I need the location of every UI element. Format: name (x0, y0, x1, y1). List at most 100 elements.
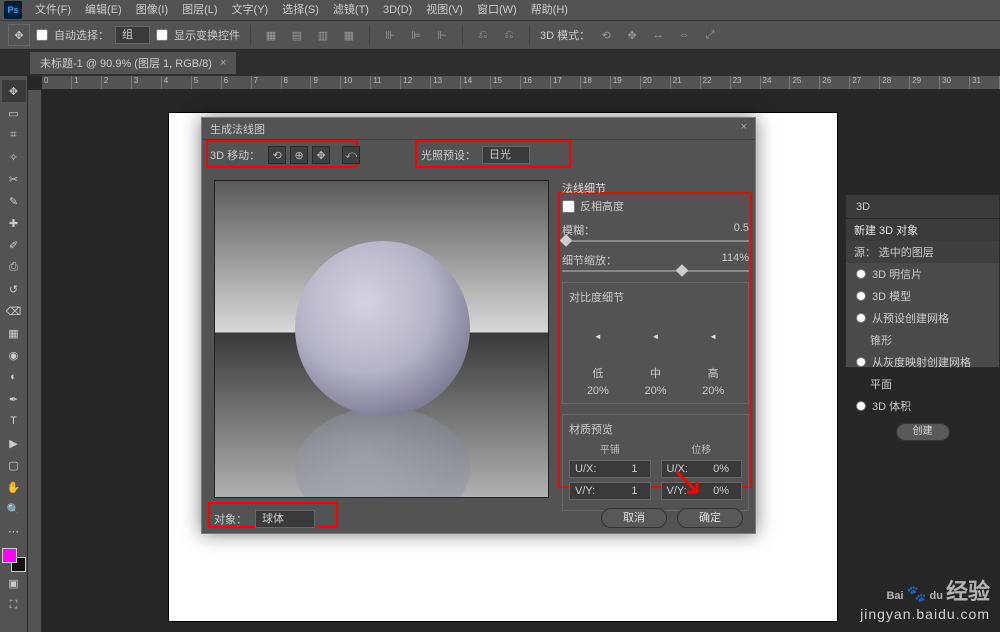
menu-file[interactable]: 文件(F) (28, 0, 78, 20)
ok-button[interactable]: 确定 (677, 508, 743, 528)
menu-layer[interactable]: 图层(L) (175, 0, 224, 20)
source-row: 源： 选中的图层 (846, 241, 999, 263)
align-icon[interactable]: ▥ (313, 26, 333, 44)
create-button[interactable]: 创建 (896, 423, 950, 441)
blur-slider[interactable]: 模糊：0.5 (562, 222, 749, 242)
opt-grayscale-mesh[interactable]: 从灰度映射创建网格 (846, 351, 999, 373)
opt-postcard[interactable]: 3D 明信片 (846, 263, 999, 285)
arrow-left-icon[interactable]: ◄ (652, 332, 660, 341)
show-transform-checkbox[interactable] (156, 29, 168, 41)
document-tab[interactable]: 未标题-1 @ 90.9% (图层 1, RGB/8) × (30, 52, 236, 74)
roll-icon[interactable]: ⊕ (290, 146, 308, 164)
slide-icon[interactable]: ⇔ (674, 26, 694, 44)
move-tool[interactable]: ✥ (2, 80, 26, 102)
material-preview-title: 材质预览 (569, 421, 742, 437)
object-dropdown[interactable]: 球体 (255, 510, 315, 528)
pan-icon[interactable]: ✥ (622, 26, 642, 44)
dodge-tool[interactable]: ◐ (2, 366, 26, 388)
close-icon[interactable]: × (741, 121, 747, 136)
align-icon[interactable]: ▦ (339, 26, 359, 44)
options-bar: ✥ 自动选择： 组 显示变换控件 ▦ ▤ ▥ ▦ ⊪ ⊫ ⊩ ⎌ ⎌ 3D 模式… (0, 20, 1000, 50)
screenmode-tool[interactable]: ⛶ (2, 594, 26, 616)
normals-detail-header: 法线细节 (562, 180, 606, 196)
cancel-button[interactable]: 取消 (601, 508, 667, 528)
light-preset-label: 光照预设： (421, 147, 476, 163)
align-icon[interactable]: ▤ (287, 26, 307, 44)
orbit-icon[interactable]: ⟲ (596, 26, 616, 44)
menu-help[interactable]: 帮助(H) (524, 0, 575, 20)
menu-bar: Ps 文件(F) 编辑(E) 图像(I) 图层(L) 文字(Y) 选择(S) 滤… (0, 0, 1000, 20)
opt-volume[interactable]: 3D 体积 (846, 395, 999, 417)
orbit-icon[interactable]: ⟲ (268, 146, 286, 164)
align-icon[interactable]: ▦ (261, 26, 281, 44)
menu-view[interactable]: 视图(V) (419, 0, 470, 20)
menu-filter[interactable]: 滤镜(T) (326, 0, 376, 20)
lasso-tool[interactable]: ⌗ (2, 124, 26, 146)
history-brush-tool[interactable]: ↺ (2, 278, 26, 300)
wand-tool[interactable]: ✧ (2, 146, 26, 168)
menu-select[interactable]: 选择(S) (275, 0, 326, 20)
edit-toolbar[interactable]: ⋯ (2, 520, 26, 542)
invert-height-checkbox[interactable] (562, 200, 575, 213)
arrow-left-icon[interactable]: ◄ (709, 332, 717, 341)
tile-vy-dropdown[interactable]: V/Y:1 (569, 482, 651, 500)
arrow-left-icon[interactable]: ◄ (594, 332, 602, 341)
undo-icon[interactable]: ⤺ (342, 146, 360, 164)
path-select-tool[interactable]: ▶ (2, 432, 26, 454)
sphere-reflection (295, 407, 470, 498)
color-swatches[interactable] (2, 548, 26, 572)
gradient-tool[interactable]: ▦ (2, 322, 26, 344)
crop-tool[interactable]: ✂ (2, 168, 26, 190)
contrast-high-label: 高 (708, 365, 719, 381)
hand-tool[interactable]: ✋ (2, 476, 26, 498)
menu-window[interactable]: 窗口(W) (470, 0, 524, 20)
zoom-tool[interactable]: 🔍 (2, 498, 26, 520)
auto-select-dropdown[interactable]: 组 (115, 26, 150, 44)
preview-3d[interactable] (214, 180, 549, 498)
menu-3d[interactable]: 3D(D) (376, 0, 419, 20)
light-preset-dropdown[interactable]: 日光 (482, 146, 530, 164)
auto-select-checkbox[interactable] (36, 29, 48, 41)
tile-ux-dropdown[interactable]: U/X:1 (569, 460, 651, 478)
invert-height-row[interactable]: 反相高度 (562, 198, 749, 214)
panel-3d-tab[interactable]: 3D (846, 195, 999, 219)
type-tool[interactable]: T (2, 410, 26, 432)
pen-tool[interactable]: ✒ (2, 388, 26, 410)
current-tool-icon[interactable]: ✥ (8, 24, 30, 46)
pan-icon[interactable]: ✥ (312, 146, 330, 164)
invert-height-label: 反相高度 (580, 198, 624, 214)
stamp-tool[interactable]: ⎙ (2, 256, 26, 278)
scale-icon[interactable]: ⤢ (700, 26, 720, 44)
contrast-detail-group: 对比度细节 ◄ ◄ ◄ 低 中 高 20% 20% 20% (562, 282, 749, 404)
close-tab-icon[interactable]: × (220, 57, 226, 69)
menu-image[interactable]: 图像(I) (129, 0, 175, 20)
menu-edit[interactable]: 编辑(E) (78, 0, 129, 20)
watermark: Bai🐾du 经验 jingyan.baidu.com (860, 574, 990, 622)
blur-tool[interactable]: ◉ (2, 344, 26, 366)
heal-tool[interactable]: ✚ (2, 212, 26, 234)
arrange-icon[interactable]: ⎌ (499, 26, 519, 44)
detail-scale-slider[interactable]: 细节缩放：114% (562, 252, 749, 272)
dolly-icon[interactable]: ↔ (648, 26, 668, 44)
dialog-titlebar[interactable]: 生成法线图 × (202, 118, 755, 140)
eyedropper-tool[interactable]: ✎ (2, 190, 26, 212)
offset-vy-dropdown[interactable]: V/Y:0% (661, 482, 743, 500)
quickmask-tool[interactable]: ▣ (2, 572, 26, 594)
distribute-icon[interactable]: ⊩ (432, 26, 452, 44)
tile-header: 平铺 (569, 441, 651, 456)
offset-ux-dropdown[interactable]: U/X:0% (661, 460, 743, 478)
shape-tool[interactable]: ▢ (2, 454, 26, 476)
light-preset-group: 光照预设： 日光 (421, 145, 530, 165)
brush-tool[interactable]: ✐ (2, 234, 26, 256)
menu-type[interactable]: 文字(Y) (225, 0, 276, 20)
foreground-color[interactable] (2, 548, 17, 563)
arrange-icon[interactable]: ⎌ (473, 26, 493, 44)
distribute-icon[interactable]: ⊪ (380, 26, 400, 44)
opt-model[interactable]: 3D 模型 (846, 285, 999, 307)
dialog-buttons: 取消 确定 (601, 508, 743, 528)
marquee-tool[interactable]: ▭ (2, 102, 26, 124)
opt-preset-mesh[interactable]: 从预设创建网格 (846, 307, 999, 329)
distribute-icon[interactable]: ⊫ (406, 26, 426, 44)
object-row: 对象： 球体 (214, 510, 315, 528)
eraser-tool[interactable]: ⌫ (2, 300, 26, 322)
